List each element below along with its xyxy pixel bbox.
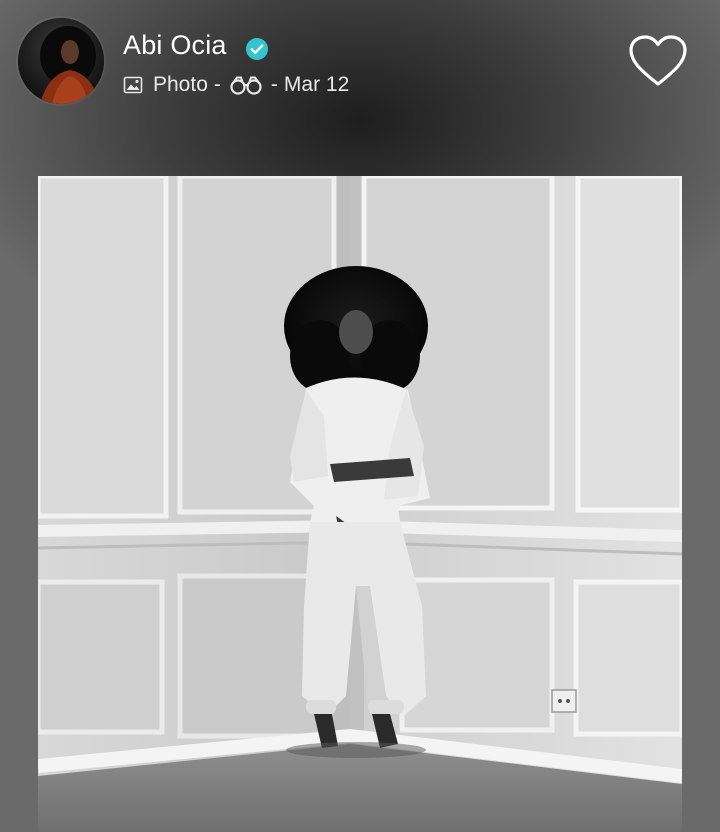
meta-separator: - <box>213 73 221 96</box>
post-photo-image <box>38 176 682 832</box>
post-photo[interactable] <box>38 176 682 832</box>
binoculars-icon <box>230 76 262 95</box>
photo-icon <box>123 76 143 94</box>
heart-outline-icon <box>629 35 687 86</box>
avatar[interactable] <box>18 18 104 104</box>
post-meta: Photo - - Mar 12 <box>123 72 349 98</box>
like-button[interactable] <box>628 34 688 88</box>
meta-separator: - <box>270 73 278 96</box>
verified-badge-icon <box>246 38 268 60</box>
author-name[interactable]: Abi Ocia <box>123 30 227 61</box>
post-header: Abi Ocia Photo - - Mar 12 <box>0 0 720 130</box>
post-type-label: Photo <box>153 73 208 96</box>
post-date: Mar 12 <box>283 73 350 96</box>
